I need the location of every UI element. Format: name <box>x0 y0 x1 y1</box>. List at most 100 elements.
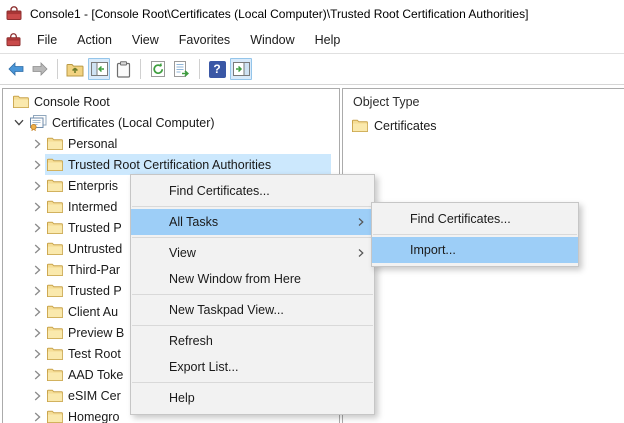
list-item-certificates[interactable]: Certificates <box>343 115 624 136</box>
menu-separator <box>132 382 373 383</box>
menu-favorites[interactable]: Favorites <box>169 29 240 51</box>
chevron-right-icon[interactable] <box>29 286 45 296</box>
chevron-right-icon[interactable] <box>29 307 45 317</box>
all-tasks-submenu: Find Certificates... Import... <box>371 202 579 267</box>
folder-icon <box>47 347 63 360</box>
folder-icon <box>47 284 63 297</box>
tree-item[interactable]: Certificates (Local Computer) <box>3 112 339 133</box>
submenu-item-find-certificates[interactable]: Find Certificates... <box>372 206 578 232</box>
menu-item-label: Export List... <box>169 360 238 374</box>
back-button[interactable] <box>5 58 27 80</box>
show-hide-console-tree-button[interactable] <box>88 58 110 80</box>
context-menu-item-new-window-from-here[interactable]: New Window from Here <box>131 266 374 292</box>
forward-button[interactable] <box>29 58 51 80</box>
context-menu-item-view[interactable]: View <box>131 240 374 266</box>
tree-item-content[interactable]: Certificates (Local Computer) <box>27 112 331 133</box>
tree-item-label: Trusted Root Certification Authorities <box>68 158 271 172</box>
certificates-icon <box>29 115 47 131</box>
chevron-right-icon[interactable] <box>29 349 45 359</box>
folder-icon <box>47 410 63 423</box>
menu-separator <box>132 294 373 295</box>
menu-view[interactable]: View <box>122 29 169 51</box>
tree-item-content[interactable]: Trusted Root Certification Authorities <box>45 154 331 175</box>
menu-item-label: Refresh <box>169 334 213 348</box>
help-icon: ? <box>209 61 226 78</box>
tree-item[interactable]: Personal <box>3 133 339 154</box>
window-title: Console1 - [Console Root\Certificates (L… <box>30 7 528 21</box>
tree-item[interactable]: Console Root <box>3 91 339 112</box>
folder-icon <box>47 179 63 192</box>
back-arrow-icon <box>7 62 25 76</box>
export-list-button[interactable] <box>171 58 193 80</box>
submenu-arrow-icon <box>358 218 364 227</box>
chevron-right-icon[interactable] <box>29 412 45 422</box>
toolbar-separator <box>140 59 141 79</box>
folder-icon <box>47 158 63 171</box>
context-menu-item-new-taskpad-view[interactable]: New Taskpad View... <box>131 297 374 323</box>
chevron-right-icon[interactable] <box>29 223 45 233</box>
folder-icon <box>47 221 63 234</box>
up-one-level-button[interactable] <box>64 58 86 80</box>
context-menu: Find Certificates... All Tasks View New Win… <box>130 174 375 415</box>
menu-item-label: All Tasks <box>169 215 218 229</box>
chevron-right-icon[interactable] <box>29 160 45 170</box>
menu-item-label: Import... <box>410 243 456 257</box>
menu-item-label: View <box>169 246 196 260</box>
tree-item-label: Third-Par <box>68 263 120 277</box>
help-button[interactable]: ? <box>206 58 228 80</box>
menu-help[interactable]: Help <box>305 29 351 51</box>
tree-item-label: Certificates (Local Computer) <box>52 116 215 130</box>
object-type-column-header[interactable]: Object Type <box>343 89 624 115</box>
tree-item-label: eSIM Cer <box>68 389 121 403</box>
menu-item-label: Find Certificates... <box>410 212 511 226</box>
chevron-right-icon[interactable] <box>29 139 45 149</box>
folder-up-icon <box>66 62 84 77</box>
menu-action[interactable]: Action <box>67 29 122 51</box>
show-hide-action-pane-button[interactable] <box>230 58 252 80</box>
folder-icon <box>47 137 63 150</box>
chevron-right-icon[interactable] <box>29 391 45 401</box>
toolbar-separator <box>57 59 58 79</box>
tree-item[interactable]: Trusted Root Certification Authorities <box>3 154 339 175</box>
folder-icon <box>47 326 63 339</box>
menu-file[interactable]: File <box>27 29 67 51</box>
chevron-right-icon[interactable] <box>29 244 45 254</box>
menu-item-label: New Window from Here <box>169 272 301 286</box>
toolbox-child-icon <box>6 33 21 47</box>
context-menu-item-find-certificates[interactable]: Find Certificates... <box>131 178 374 204</box>
submenu-arrow-icon <box>358 249 364 258</box>
action-pane-icon <box>233 62 250 76</box>
refresh-icon <box>150 61 167 78</box>
submenu-item-import[interactable]: Import... <box>372 237 578 263</box>
menu-window[interactable]: Window <box>240 29 304 51</box>
tree-item-label: Intermed <box>68 200 117 214</box>
tree-item-label: Trusted P <box>68 284 122 298</box>
clipboard-icon <box>116 61 131 78</box>
paste-button[interactable] <box>112 58 134 80</box>
folder-icon <box>47 242 63 255</box>
tree-item-label: Test Root <box>68 347 121 361</box>
chevron-down-icon[interactable] <box>11 119 27 126</box>
chevron-right-icon[interactable] <box>29 328 45 338</box>
mmc-window: Console1 - [Console Root\Certificates (L… <box>0 0 624 423</box>
folder-icon <box>47 200 63 213</box>
folder-icon <box>47 368 63 381</box>
tree-item-content[interactable]: Personal <box>45 133 331 154</box>
tree-item-content[interactable]: Console Root <box>11 91 331 112</box>
context-menu-item-all-tasks[interactable]: All Tasks <box>131 209 374 235</box>
menu-item-label: Help <box>169 391 195 405</box>
context-menu-item-export-list[interactable]: Export List... <box>131 354 374 380</box>
folder-icon <box>47 389 63 402</box>
refresh-button[interactable] <box>147 58 169 80</box>
context-menu-item-help[interactable]: Help <box>131 385 374 411</box>
chevron-right-icon[interactable] <box>29 370 45 380</box>
forward-arrow-icon <box>31 62 49 76</box>
context-menu-item-refresh[interactable]: Refresh <box>131 328 374 354</box>
tree-item-label: Enterpris <box>68 179 118 193</box>
menu-bar: File Action View Favorites Window Help <box>0 27 624 54</box>
chevron-right-icon[interactable] <box>29 181 45 191</box>
tree-item-label: Personal <box>68 137 117 151</box>
chevron-right-icon[interactable] <box>29 202 45 212</box>
tree-item-label: Homegro <box>68 410 119 423</box>
chevron-right-icon[interactable] <box>29 265 45 275</box>
